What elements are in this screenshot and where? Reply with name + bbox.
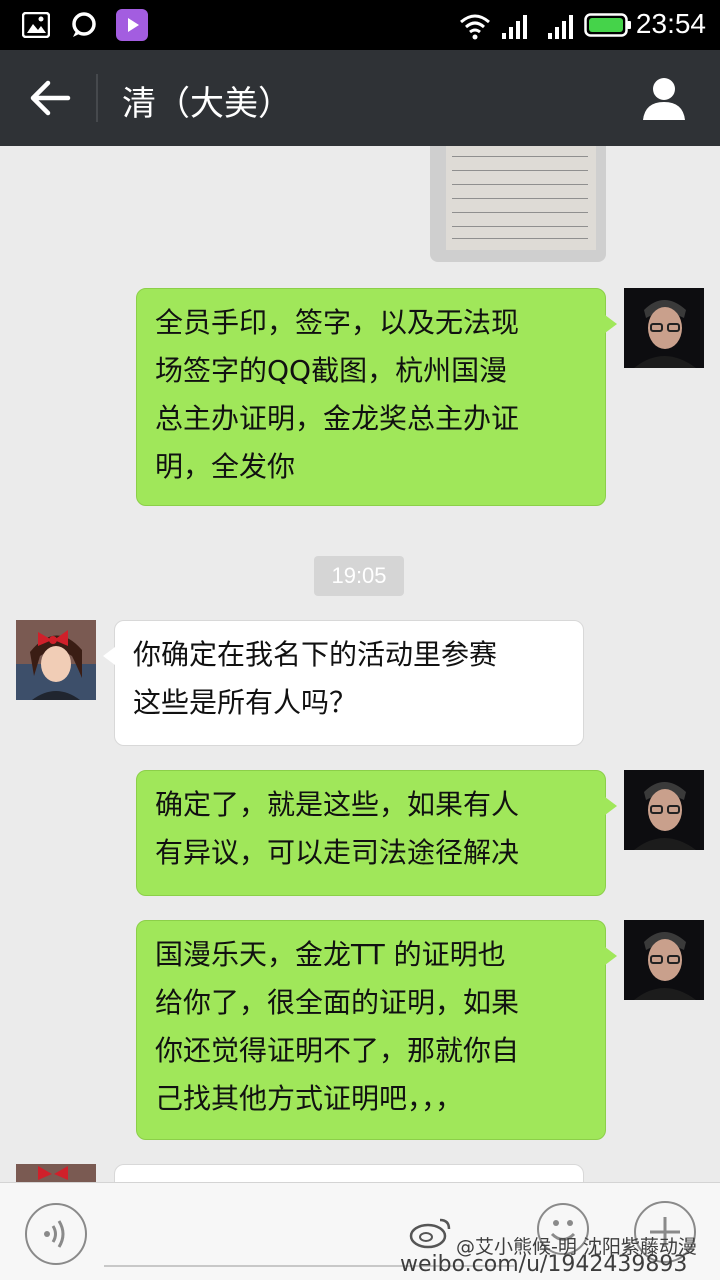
- message-text: 这些是所有人吗？: [133, 686, 358, 719]
- message-bubble[interactable]: 全员手印，签字，以及无法现 场签字的QQ截图，杭州国漫 总主办证明，金龙奖总主办…: [136, 288, 617, 506]
- chat-bubble-icon: [72, 12, 96, 37]
- chat-title: 清（大美）: [122, 84, 292, 124]
- message-text: 己找其他方式证明吧，，，: [155, 1082, 464, 1115]
- signal-icon: [502, 15, 527, 39]
- battery-icon: [584, 13, 631, 37]
- image-message[interactable]: [430, 146, 606, 262]
- message-bubble[interactable]: [114, 1164, 584, 1182]
- message-list[interactable]: 全员手印，签字，以及无法现 场签字的QQ截图，杭州国漫 总主办证明，金龙奖总主办…: [0, 146, 720, 1182]
- message-text: 总主办证明，金龙奖总主办证: [155, 402, 520, 435]
- message-text: 给你了，很全面的证明，如果: [155, 986, 520, 1019]
- message-text: 你还觉得证明不了，那就你自: [155, 1034, 520, 1067]
- header-divider: [96, 74, 98, 122]
- video-play-icon: [116, 9, 148, 41]
- time-stamp: 19:05: [314, 556, 404, 596]
- message-bubble[interactable]: 你确定在我名下的活动里参赛 这些是所有人吗？: [103, 620, 584, 746]
- weibo-logo: [409, 1218, 451, 1249]
- clock: 23:54: [635, 8, 706, 39]
- voice-icon[interactable]: [25, 1203, 87, 1265]
- message-text: 明，全发你: [155, 450, 296, 483]
- watermark-url: weibo.com/u/1942439893: [400, 1252, 688, 1277]
- message-text: 全员手印，签字，以及无法现: [155, 306, 520, 339]
- message-text: 你确定在我名下的活动里参赛: [133, 638, 498, 671]
- message-bubble[interactable]: 国漫乐天，金龙TT 的证明也 给你了，很全面的证明，如果 你还觉得证明不了，那就…: [136, 920, 617, 1140]
- my-avatar[interactable]: [624, 770, 704, 850]
- message-bubble[interactable]: 确定了，就是这些，如果有人 有异议，可以走司法途径解决: [136, 770, 617, 896]
- back-arrow-icon[interactable]: [28, 78, 72, 118]
- contact-avatar[interactable]: [16, 620, 96, 700]
- message-text: 确定了，就是这些，如果有人: [155, 788, 520, 821]
- my-avatar[interactable]: [624, 288, 704, 368]
- signal-icon: [548, 15, 573, 39]
- message-text: 有异议，可以走司法途径解决: [155, 836, 520, 869]
- chat-header: 清（大美）: [0, 50, 720, 146]
- user-profile-icon[interactable]: [642, 76, 686, 122]
- image-icon: [22, 12, 50, 38]
- message-text: 国漫乐天，金龙TT 的证明也: [155, 938, 506, 971]
- contact-avatar[interactable]: [16, 1164, 96, 1182]
- message-text: 场签字的QQ截图，杭州国漫: [155, 354, 508, 387]
- wifi-icon: [460, 14, 490, 40]
- my-avatar[interactable]: [624, 920, 704, 1000]
- status-bar: 23:54: [0, 0, 720, 50]
